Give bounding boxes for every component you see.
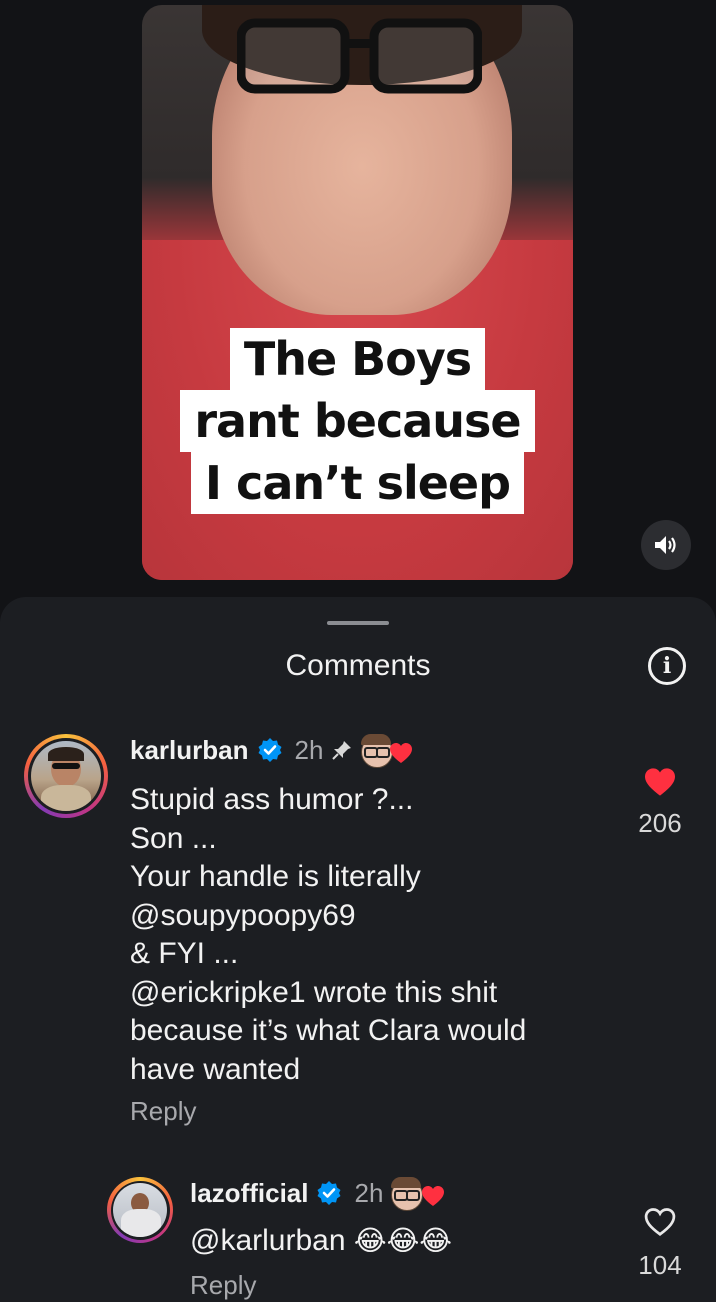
comment-header: lazofficial 2h (190, 1177, 447, 1211)
reply-button[interactable]: Reply (130, 1096, 196, 1127)
like-count: 104 (638, 1250, 682, 1280)
comments-sheet: Comments i karlurban 2h Stupid ass humor… (0, 597, 716, 1302)
comment-time: 2h (294, 734, 324, 765)
comments-title: Comments (285, 649, 431, 682)
video-player[interactable]: The Boys rant because I can’t sleep (142, 5, 573, 580)
sheet-drag-handle[interactable] (327, 621, 389, 625)
mention-link[interactable]: @karlurban (190, 1224, 346, 1257)
caption-line: The Boys (229, 328, 486, 390)
comment-username[interactable]: karlurban (130, 735, 249, 766)
comment-line: because it’s what Clara would (130, 1014, 527, 1047)
video-frame-glasses (237, 18, 482, 94)
creator-liked-icon (391, 1177, 447, 1211)
caption-line: I can’t sleep (190, 452, 525, 514)
info-icon[interactable]: i (648, 647, 686, 685)
verified-badge-icon (317, 1181, 341, 1205)
comment-line: @erickripke1 wrote this shit (130, 975, 498, 1009)
avatar[interactable] (107, 1177, 173, 1243)
comment-line: Stupid ass humor ?... (130, 783, 414, 816)
creator-liked-icon (361, 734, 413, 768)
comment-line: have wanted (130, 1052, 301, 1086)
mention-link[interactable]: @soupypoopy69 (130, 897, 630, 936)
emoji-text: 😂😂😂 (353, 1224, 453, 1257)
like-count: 206 (638, 808, 682, 838)
pin-icon (332, 741, 352, 760)
verified-badge-icon (258, 738, 281, 762)
comment-username[interactable]: lazofficial (190, 1178, 308, 1209)
comment-header: karlurban 2h (130, 734, 413, 768)
speaker-icon[interactable] (641, 520, 691, 570)
comment-time: 2h (354, 1177, 384, 1208)
like-heart-filled-icon[interactable] (643, 767, 677, 797)
comment-line: Your handle is literally (130, 860, 421, 893)
caption-line: rant because (180, 390, 535, 452)
comment-text: @karlurban 😂😂😂 (190, 1222, 590, 1261)
comment-line: & FYI ... (130, 937, 239, 970)
comment-text: Stupid ass humor ?... Son ... Your handl… (130, 781, 630, 1089)
reply-button[interactable]: Reply (190, 1270, 256, 1301)
like-heart-outline-icon[interactable] (643, 1207, 677, 1237)
comment-line: Son ... (130, 821, 217, 855)
video-caption: The Boys rant because I can’t sleep (142, 328, 573, 514)
avatar[interactable] (24, 734, 108, 818)
